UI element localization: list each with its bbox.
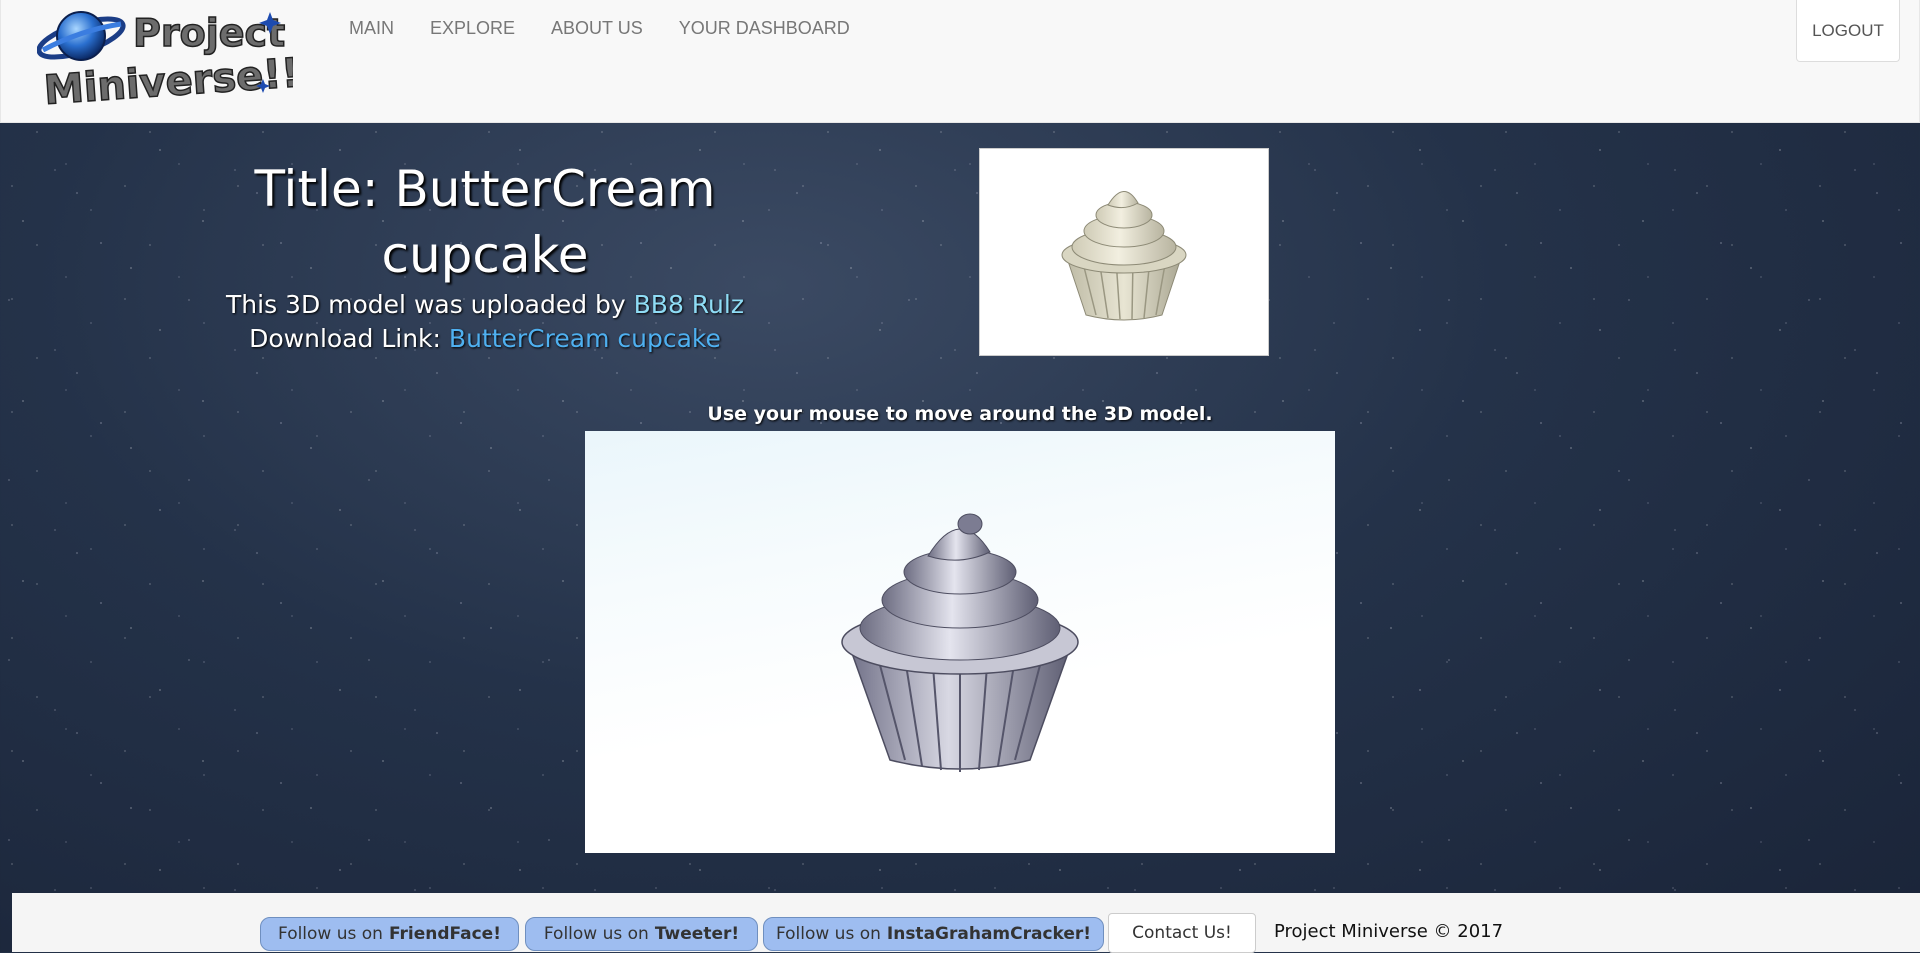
insta-prefix: Follow us on bbox=[775, 924, 881, 944]
footer: Follow us on FriendFace! Follow us on Tw… bbox=[12, 893, 1920, 953]
cupcake-3d-render bbox=[841, 513, 1079, 772]
model-thumbnail bbox=[979, 148, 1269, 356]
navbar: Project Miniverse!! MAIN EXPLORE ABOUT U… bbox=[0, 0, 1920, 123]
download-prefix: Download Link: bbox=[249, 324, 441, 353]
nav-explore[interactable]: EXPLORE bbox=[412, 0, 533, 56]
uploader-line: This 3D model was uploaded by BB8 Rulz bbox=[150, 288, 820, 322]
nav-your-dashboard[interactable]: YOUR DASHBOARD bbox=[661, 0, 868, 56]
download-link[interactable]: ButterCream cupcake bbox=[449, 324, 721, 353]
logo-text-project: Project bbox=[133, 11, 285, 55]
friendface-prefix: Follow us on bbox=[278, 924, 383, 944]
model-title: Title: ButterCream cupcake bbox=[254, 160, 716, 284]
nav-main[interactable]: MAIN bbox=[331, 0, 412, 56]
follow-instagrahamcracker-button[interactable]: Follow us on InstaGrahamCracker! bbox=[763, 917, 1104, 951]
3d-model-viewer[interactable] bbox=[585, 431, 1335, 853]
copyright-text: Project Miniverse © 2017 bbox=[1274, 921, 1504, 942]
contact-us-button[interactable]: Contact Us! bbox=[1108, 913, 1256, 953]
logout-button[interactable]: LOGOUT bbox=[1796, 0, 1900, 62]
tweeter-prefix: Follow us on bbox=[543, 924, 649, 944]
friendface-label: FriendFace! bbox=[388, 924, 501, 944]
viewer-instructions: Use your mouse to move around the 3D mod… bbox=[707, 403, 1213, 425]
follow-friendface-button[interactable]: Follow us on FriendFace! bbox=[260, 917, 519, 951]
model-info: Title: ButterCream cupcake This 3D model… bbox=[150, 156, 820, 356]
uploader-link[interactable]: BB8 Rulz bbox=[634, 290, 744, 319]
download-line: Download Link: ButterCream cupcake bbox=[150, 322, 820, 356]
follow-tweeter-button[interactable]: Follow us on Tweeter! bbox=[525, 917, 758, 951]
insta-label: InstaGrahamCracker! bbox=[886, 924, 1092, 944]
main-nav: MAIN EXPLORE ABOUT US YOUR DASHBOARD bbox=[331, 0, 868, 56]
nav-about-us[interactable]: ABOUT US bbox=[533, 0, 661, 56]
uploader-prefix: This 3D model was uploaded by bbox=[226, 290, 626, 319]
tweeter-label: Tweeter! bbox=[654, 924, 740, 944]
cupcake-thumbnail-image bbox=[1061, 191, 1187, 321]
site-logo[interactable]: Project Miniverse!! bbox=[36, 2, 302, 120]
